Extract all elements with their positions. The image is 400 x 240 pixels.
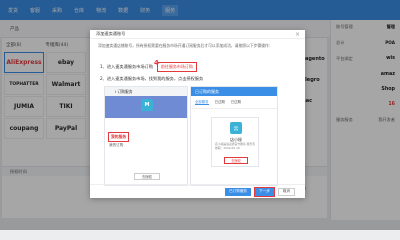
step-2: 2、进入速卖通服务市场，找到我的服务，点击授权服务 bbox=[100, 76, 204, 81]
modal-footer: 已订购服务 下一步 取消 bbox=[90, 184, 305, 198]
app-icon: M bbox=[141, 99, 153, 111]
illustration-right-panel: 已订购的服务 全部服务 已过期 已过期 云 店小秘 店小秘是速卖通官方推荐 服务… bbox=[190, 86, 278, 186]
service-card: 云 店小秘 店小秘是速卖通官方推荐 服务有效期：2022-05-18 去授权 bbox=[211, 117, 259, 167]
cancel-button[interactable]: 取消 bbox=[277, 187, 295, 196]
menu-my-orders: 我的订购 bbox=[109, 143, 124, 147]
illustration-left-title: I 订购服务 bbox=[105, 87, 187, 96]
close-icon[interactable]: × bbox=[295, 31, 300, 38]
modal-description: 添加速卖通店铺账号，所有授权需要在服务市场开通订阅服务后才可以添加成功，请按照以… bbox=[98, 43, 273, 48]
service-market-link[interactable]: 前往服务市场订购 bbox=[156, 62, 197, 72]
illustration-tabs: 全部服务 已过期 已过期 bbox=[191, 96, 277, 109]
service-description: 店小秘是速卖通官方推荐 服务有效期：2022-05-18 bbox=[215, 142, 256, 150]
illustration-tab: 已过期 bbox=[230, 100, 241, 104]
illustration-tab: 已过期 bbox=[214, 100, 225, 104]
instruction-illustration: I 订购服务 M 我的服务 我的订购 去授权 已订购的服务 全部服务 已过期 已… bbox=[104, 86, 279, 186]
modal-title: 添加速卖通账号 bbox=[90, 30, 305, 39]
illustration-left-panel: I 订购服务 M 我的服务 我的订购 去授权 bbox=[104, 86, 188, 186]
illustration-tab: 全部服务 bbox=[195, 100, 209, 105]
authorize-button-illustration: 去授权 bbox=[224, 157, 248, 164]
menu-my-services: 我的服务 bbox=[108, 132, 130, 142]
annotation-number: 4 bbox=[154, 59, 159, 67]
cloud-icon: 云 bbox=[230, 122, 242, 134]
illustration-right-title: 已订购的服务 bbox=[191, 87, 277, 96]
step-1: 1、进入速卖通服务市场订购 前往服务市场订购 bbox=[100, 62, 197, 72]
add-account-modal: 添加速卖通账号 × 添加速卖通店铺账号，所有授权需要在服务市场开通订阅服务后才可… bbox=[90, 30, 305, 198]
ordered-services-button[interactable]: 已订购服务 bbox=[225, 187, 252, 196]
step-1-text: 1、进入速卖通服务市场订购 bbox=[100, 64, 153, 69]
next-button[interactable]: 下一步 bbox=[254, 186, 275, 197]
illustration-button: 去授权 bbox=[134, 173, 160, 180]
